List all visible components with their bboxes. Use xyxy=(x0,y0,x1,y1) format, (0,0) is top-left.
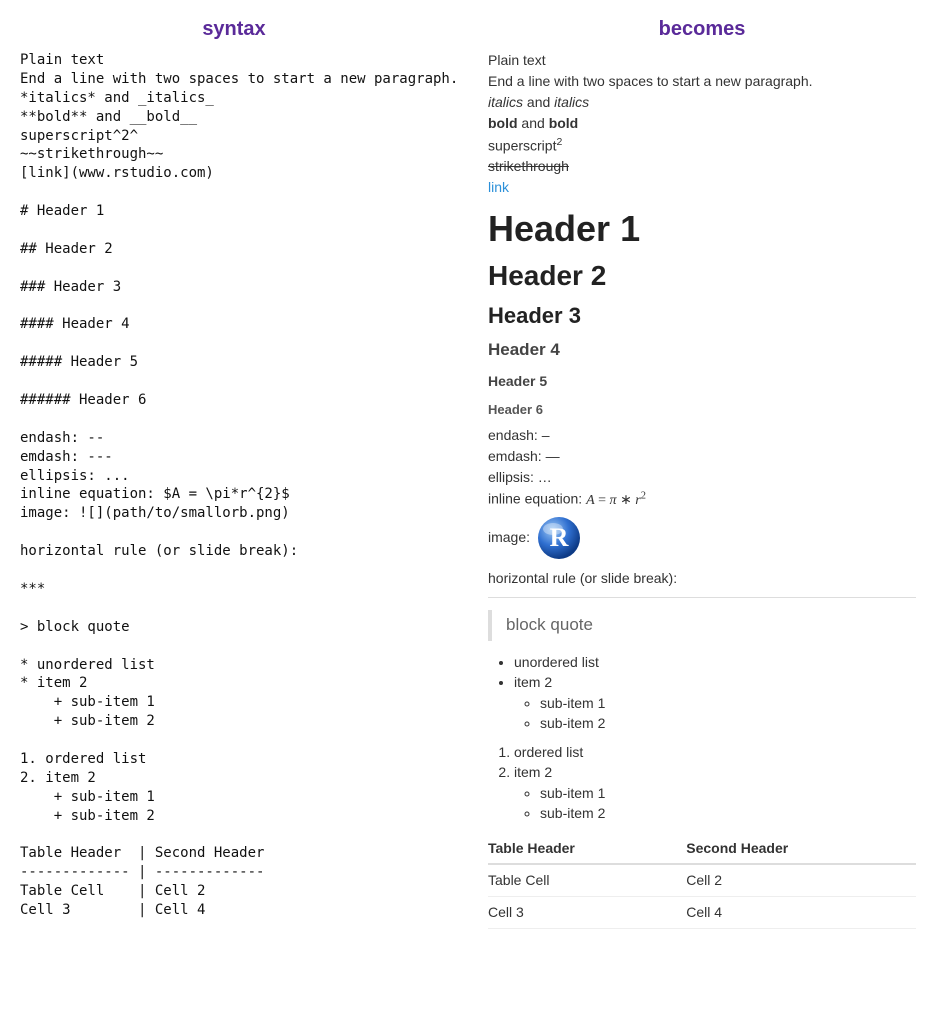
bold-joiner: and xyxy=(518,115,549,131)
rendered-h3: Header 3 xyxy=(488,301,916,331)
table-cell: Cell 3 xyxy=(488,897,686,929)
list-item-label: item 2 xyxy=(514,764,552,780)
rendered-h4: Header 4 xyxy=(488,339,916,362)
superscript-exponent: 2 xyxy=(556,136,562,148)
page-two-column: syntax Plain text End a line with two sp… xyxy=(0,0,936,949)
r-logo-icon: R xyxy=(536,515,582,561)
list-item-label: item 2 xyxy=(514,674,552,690)
bold-sample-2: bold xyxy=(549,115,579,131)
superscript-prefix: superscript xyxy=(488,137,556,153)
table-cell: Cell 4 xyxy=(686,897,916,929)
table-cell: Cell 2 xyxy=(686,864,916,896)
list-item: sub-item 2 xyxy=(540,804,916,823)
svg-text:R: R xyxy=(550,523,569,552)
plain-text-line-2: End a line with two spaces to start a ne… xyxy=(488,72,916,91)
italics-sample-1: italics xyxy=(488,94,523,110)
italics-joiner: and xyxy=(523,94,554,110)
inline-equation-line: inline equation: A = π ∗ r2 xyxy=(488,489,916,511)
rendered-h1: Header 1 xyxy=(488,205,916,254)
horizontal-rule xyxy=(488,597,916,598)
eq-exp: 2 xyxy=(641,490,646,501)
table-header-row: Table Header Second Header xyxy=(488,833,916,865)
table-header-cell: Second Header xyxy=(686,833,916,865)
superscript-line: superscript2 xyxy=(488,135,916,156)
table-row: Cell 3 Cell 4 xyxy=(488,897,916,929)
link-line: link xyxy=(488,178,916,197)
italics-sample-2: italics xyxy=(554,94,589,110)
syntax-column-header: syntax xyxy=(20,18,448,41)
italics-line: italics and italics xyxy=(488,93,916,112)
rendered-h5: Header 5 xyxy=(488,372,916,391)
rendered-ordered-list: ordered list item 2 sub-item 1 sub-item … xyxy=(488,743,916,823)
list-item: item 2 sub-item 1 sub-item 2 xyxy=(514,673,916,733)
rendered-table: Table Header Second Header Table Cell Ce… xyxy=(488,833,916,930)
image-example-row: image: R xyxy=(488,515,916,561)
list-item: sub-item 1 xyxy=(540,784,916,803)
endash-line: endash: – xyxy=(488,426,916,445)
bold-line: bold and bold xyxy=(488,114,916,133)
ellipsis-line: ellipsis: … xyxy=(488,468,916,487)
list-item: sub-item 1 xyxy=(540,694,916,713)
rendered-unordered-sublist: sub-item 1 sub-item 2 xyxy=(514,694,916,733)
rendered-column: becomes Plain text End a line with two s… xyxy=(468,0,936,949)
rendered-output: Plain text End a line with two spaces to… xyxy=(488,51,916,929)
strikethrough-sample: strikethrough xyxy=(488,158,569,174)
strikethrough-line: strikethrough xyxy=(488,157,916,176)
rendered-unordered-list: unordered list item 2 sub-item 1 sub-ite… xyxy=(488,653,916,733)
rendered-ordered-sublist: sub-item 1 sub-item 2 xyxy=(514,784,916,823)
eq-prefix: inline equation: xyxy=(488,491,586,507)
blockquote-text: block quote xyxy=(506,615,593,634)
table-header-cell: Table Header xyxy=(488,833,686,865)
eq-equals: = xyxy=(595,493,610,508)
rendered-column-header: becomes xyxy=(488,18,916,41)
table-row: Table Cell Cell 2 xyxy=(488,864,916,896)
rendered-h6: Header 6 xyxy=(488,401,916,419)
eq-var-A: A xyxy=(586,493,595,508)
list-item: item 2 sub-item 1 sub-item 2 xyxy=(514,763,916,823)
image-label: image: xyxy=(488,528,530,547)
rendered-blockquote: block quote xyxy=(488,610,916,641)
rendered-link[interactable]: link xyxy=(488,179,509,195)
list-item: ordered list xyxy=(514,743,916,762)
inline-equation: A = π ∗ r2 xyxy=(586,493,646,508)
list-item: sub-item 2 xyxy=(540,714,916,733)
hr-label: horizontal rule (or slide break): xyxy=(488,569,916,588)
bold-sample-1: bold xyxy=(488,115,518,131)
syntax-source-block: Plain text End a line with two spaces to… xyxy=(20,51,448,920)
list-item: unordered list xyxy=(514,653,916,672)
eq-star: ∗ xyxy=(617,493,636,508)
eq-pi: π xyxy=(610,493,617,508)
table-cell: Table Cell xyxy=(488,864,686,896)
emdash-line: emdash: — xyxy=(488,447,916,466)
rendered-h2: Header 2 xyxy=(488,257,916,295)
plain-text-line-1: Plain text xyxy=(488,51,916,70)
syntax-column: syntax Plain text End a line with two sp… xyxy=(0,0,468,949)
